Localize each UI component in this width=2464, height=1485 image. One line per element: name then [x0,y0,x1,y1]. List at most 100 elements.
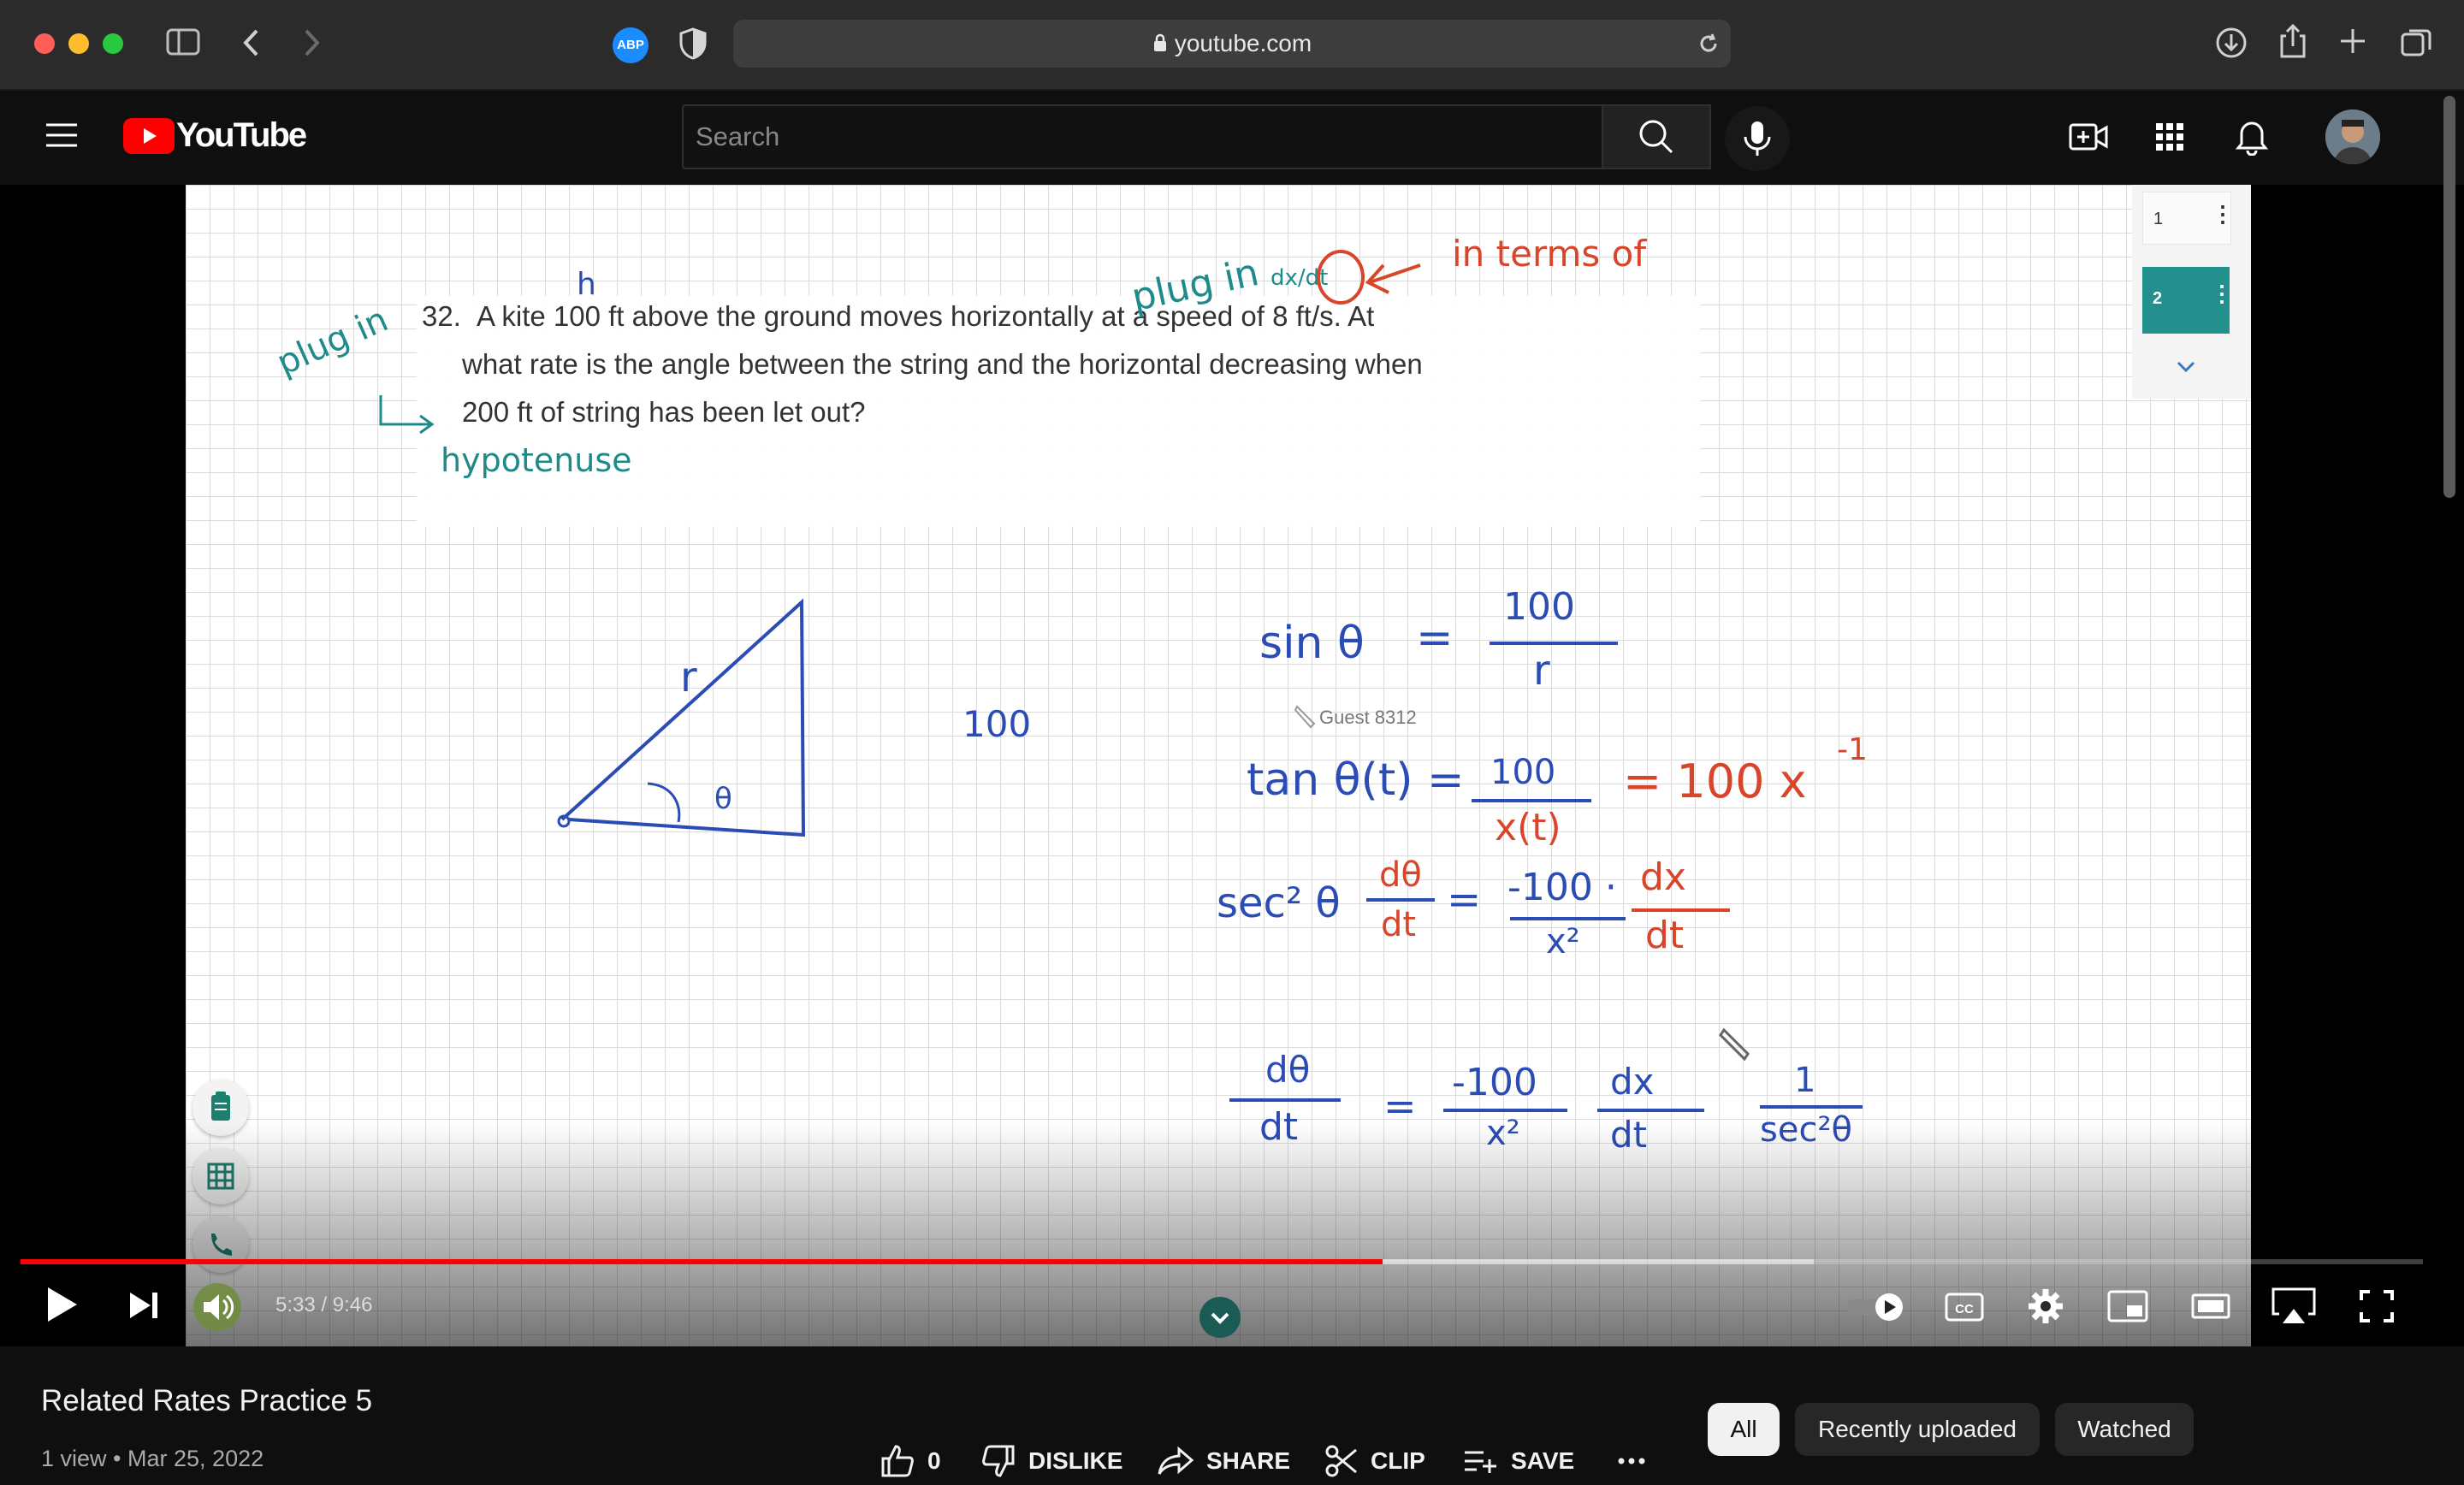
chevron-down-icon[interactable] [2175,359,2197,375]
page-2-more-icon[interactable]: ⋮ [2211,281,2233,307]
user-avatar[interactable] [2325,109,2380,164]
eq3-denominator: x² [1546,922,1580,961]
clip-button[interactable]: CLIP [1324,1442,1425,1480]
chip-recently-uploaded[interactable]: Recently uploaded [1795,1403,2040,1456]
eq3-dx-bar [1632,908,1730,912]
youtube-logo-icon[interactable] [123,118,175,154]
arrow-to-hypotenuse-icon [379,395,435,435]
eq3-dtheta: dθ [1379,855,1422,895]
playlist-add-icon [1465,1451,1496,1473]
page-1-more-icon[interactable]: ⋮ [2212,201,2234,228]
search-input[interactable] [684,106,1563,168]
downloads-icon[interactable] [2214,26,2248,64]
autoplay-toggle-icon [1846,1293,1903,1321]
label-side-100: 100 [962,703,1032,745]
apps-grid-icon[interactable] [2154,121,2185,157]
chevron-down-icon [1211,1312,1229,1324]
address-bar[interactable]: youtube.com [733,20,1731,68]
like-count: 0 [927,1447,941,1474]
search-icon [1639,120,1673,154]
fullscreen-button[interactable] [2358,1288,2396,1328]
eq4-one: 1 [1794,1061,1816,1100]
fullscreen-icon [2360,1290,2394,1322]
thumbs-up-icon [881,1445,914,1477]
save-button[interactable]: SAVE [1463,1442,1574,1480]
video-meta: 1 view • Mar 25, 2022 [41,1446,264,1472]
eq3-dt: dt [1381,905,1417,944]
tab-overview-icon[interactable] [2399,26,2433,64]
miniplayer-icon [2107,1290,2148,1322]
voice-search-button[interactable] [1725,106,1790,171]
dislike-button[interactable]: DISLIKE [980,1442,1122,1480]
play-button[interactable] [44,1285,79,1328]
eq4-coef-bar [1443,1109,1567,1112]
note-h-mark: h [577,267,596,302]
search-box[interactable] [682,104,1603,169]
eq2-fraction-bar [1472,799,1591,802]
time-display: 5:33 / 9:46 [275,1293,373,1316]
progress-played [21,1259,1383,1264]
skip-next-icon [130,1293,157,1318]
next-video-button[interactable] [127,1290,161,1325]
notifications-bell-icon[interactable] [2235,116,2269,160]
problem-number: 32. [422,300,461,332]
search-button[interactable] [1603,104,1711,169]
eq3-coefficient: -100 · [1507,866,1617,909]
more-actions-button[interactable] [1617,1442,1646,1480]
eq4-dx: dx [1610,1061,1655,1103]
label-theta: θ [714,782,732,816]
privacy-shield-icon[interactable] [679,27,707,64]
eq4-bar [1229,1098,1341,1102]
video-title: Related Rates Practice 5 [41,1384,373,1417]
reload-icon[interactable] [1697,32,1721,60]
menu-icon[interactable] [44,121,79,153]
expand-down-button[interactable] [1199,1297,1241,1338]
microphone-icon [1744,121,1771,156]
page-scrollbar-thumb[interactable] [2443,96,2455,498]
eq2-lhs: tan θ(t) = [1247,754,1465,806]
eq3-lhs: sec² θ [1217,879,1341,927]
eq2-denominator: x(t) [1495,806,1561,849]
youtube-logo-text[interactable]: YouTube [176,116,307,155]
eq3-dt-right: dt [1645,914,1685,957]
airplay-button[interactable] [2269,1285,2319,1332]
miniplayer-button[interactable] [2106,1288,2149,1328]
settings-button[interactable] [2026,1287,2065,1330]
guest-label: Guest 8312 [1319,706,1417,728]
share-icon[interactable] [2277,22,2308,64]
new-tab-icon[interactable] [2337,26,2368,61]
eq3-coef-bar [1510,917,1626,920]
problem-line-1: A kite 100 ft above the ground moves hor… [477,300,1375,332]
adblock-extension-icon[interactable]: ABP [613,27,649,63]
eq2-numerator: 100 [1490,753,1556,792]
airplay-icon [2272,1287,2316,1323]
page-thumbnails-panel: 1 ⋮ 2 ⋮ [2132,185,2251,399]
eq2-rhs: = 100 x [1623,754,1807,808]
captions-icon: CC [1945,1293,1984,1322]
create-video-icon[interactable] [2069,120,2108,158]
url-text: youtube.com [733,20,1731,68]
page-thumb-2[interactable]: 2 ⋮ [2142,267,2233,334]
autoplay-toggle[interactable] [1845,1292,1908,1327]
chip-all[interactable]: All [1708,1403,1780,1456]
collaborator-cursor: Guest 8312 [1294,703,1417,734]
eq1-denominator: r [1533,647,1550,695]
share-label: SHARE [1206,1447,1291,1474]
zoom-window-button[interactable] [103,33,123,54]
page-thumb-1[interactable]: 1 ⋮ [2142,192,2234,245]
like-button[interactable]: 0 [880,1442,941,1480]
sidebar-toggle-icon[interactable] [166,27,200,56]
close-window-button[interactable] [34,33,55,54]
minimize-window-button[interactable] [68,33,89,54]
chip-watched[interactable]: Watched [2055,1403,2194,1456]
back-icon[interactable] [240,26,264,68]
more-horizontal-icon [1618,1458,1645,1464]
theater-mode-button[interactable] [2190,1290,2231,1327]
volume-button[interactable] [193,1283,241,1331]
forward-icon[interactable] [299,26,323,68]
share-button[interactable]: SHARE [1157,1442,1290,1480]
eq3-dx: dx [1640,855,1686,899]
meta-separator: • [113,1446,121,1471]
note-hypotenuse: hypotenuse [441,441,632,479]
captions-button[interactable]: CC [1944,1290,1985,1328]
